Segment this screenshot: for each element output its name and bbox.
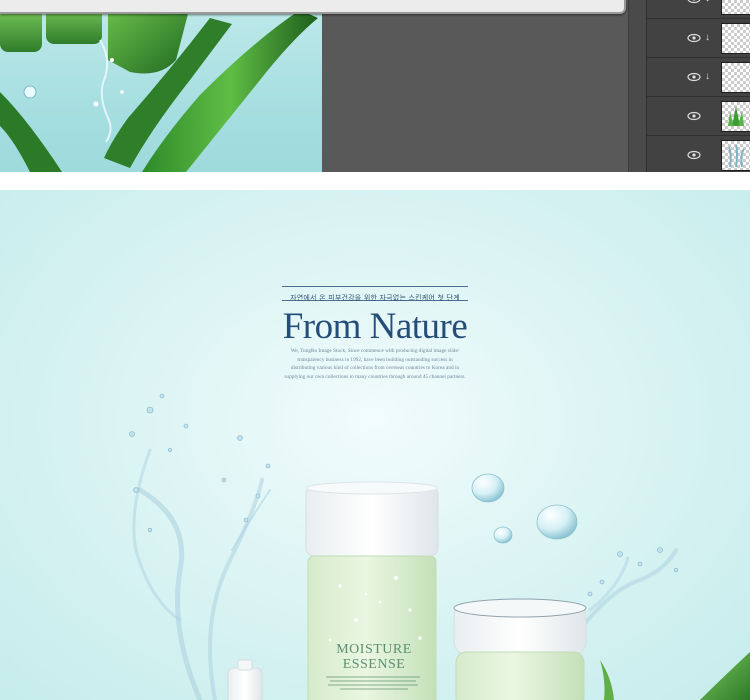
water-drop xyxy=(110,58,114,62)
layer-thumbnail xyxy=(721,140,750,171)
layer-row[interactable]: ↓ xyxy=(647,58,750,97)
body-copy: We, TongRo Image Stock, Since commence w… xyxy=(278,347,472,381)
clipping-mask-icon: ↓ xyxy=(705,0,715,6)
pasteboard-area xyxy=(322,0,628,172)
water-splash-right xyxy=(578,548,678,632)
aloe-leaf xyxy=(600,660,614,700)
headline: From Nature xyxy=(282,306,468,347)
water-droplets-right xyxy=(587,547,679,597)
water-drop xyxy=(471,473,505,503)
bottle-cap xyxy=(305,485,439,557)
clipping-mask-icon: ↓ xyxy=(705,71,710,82)
jar-lid-rim xyxy=(453,598,587,618)
layer-row[interactable]: ↓ xyxy=(647,0,750,19)
jar-body xyxy=(455,651,585,700)
subtitle: 자연에서 온 피부건강을 위한 자극없는 스킨케어 첫 단계 xyxy=(290,294,460,302)
water-drop xyxy=(493,526,513,544)
aloe-leaf xyxy=(0,92,62,172)
aloe-leaf xyxy=(700,652,750,700)
bottle-label-line2: ESSENSE xyxy=(342,657,406,672)
document-canvas-preview[interactable] xyxy=(0,0,322,172)
layer-thumbnail xyxy=(721,23,750,54)
body-line: supplying our own collections to many co… xyxy=(284,373,466,380)
body-line: transparency business in 1992, have been… xyxy=(297,356,453,363)
layer-row[interactable] xyxy=(647,136,750,172)
eye-icon[interactable] xyxy=(687,0,701,4)
body-line: We, TongRo Image Stock, Since commence w… xyxy=(290,348,460,354)
eye-icon[interactable] xyxy=(687,33,701,43)
panel-scrollbar[interactable] xyxy=(628,0,646,172)
layer-thumbnail xyxy=(721,62,750,93)
separator xyxy=(0,172,750,190)
layer-thumbnail xyxy=(721,0,750,15)
cosmetic-poster: 자연에서 온 피부건강을 위한 자극없는 스킨케어 첫 단계 From Natu… xyxy=(0,190,750,700)
aloe-thumbnail-icon xyxy=(728,106,744,126)
dialog-window-edge xyxy=(0,0,626,14)
cream-jar xyxy=(453,598,587,700)
layers-panel: ↓ ↓ ↓ xyxy=(646,0,750,172)
subtitle-rule-box: 자연에서 온 피부건강을 위한 자극없는 스킨케어 첫 단계 xyxy=(282,286,468,302)
bottle-fine-print xyxy=(326,676,424,696)
bottle-label: MOISTURE ESSENSE xyxy=(312,642,436,672)
photoshop-workspace: ↓ ↓ ↓ xyxy=(0,0,750,172)
eye-icon[interactable] xyxy=(687,111,701,121)
bottle-label-line1: MOISTURE xyxy=(336,642,412,657)
water-drop xyxy=(536,504,578,540)
water-drop xyxy=(93,101,99,107)
water-drop xyxy=(120,90,124,94)
splash-thumbnail-icon xyxy=(728,144,745,168)
layer-row[interactable] xyxy=(647,97,750,136)
layer-thumbnail xyxy=(721,101,750,132)
clipping-mask-icon: ↓ xyxy=(705,32,710,43)
pump-bottle xyxy=(227,667,263,700)
water-droplets-left xyxy=(129,393,271,533)
pump-nozzle xyxy=(237,659,253,671)
body-line: distributing various kind of collections… xyxy=(290,365,460,371)
poster-artwork xyxy=(129,393,750,700)
eye-icon[interactable] xyxy=(687,150,701,160)
aloe-canvas-art xyxy=(0,4,318,172)
water-drop xyxy=(23,85,37,99)
eye-icon[interactable] xyxy=(687,72,701,82)
bottle-cap-top xyxy=(305,481,439,495)
layer-row[interactable]: ↓ xyxy=(647,19,750,58)
